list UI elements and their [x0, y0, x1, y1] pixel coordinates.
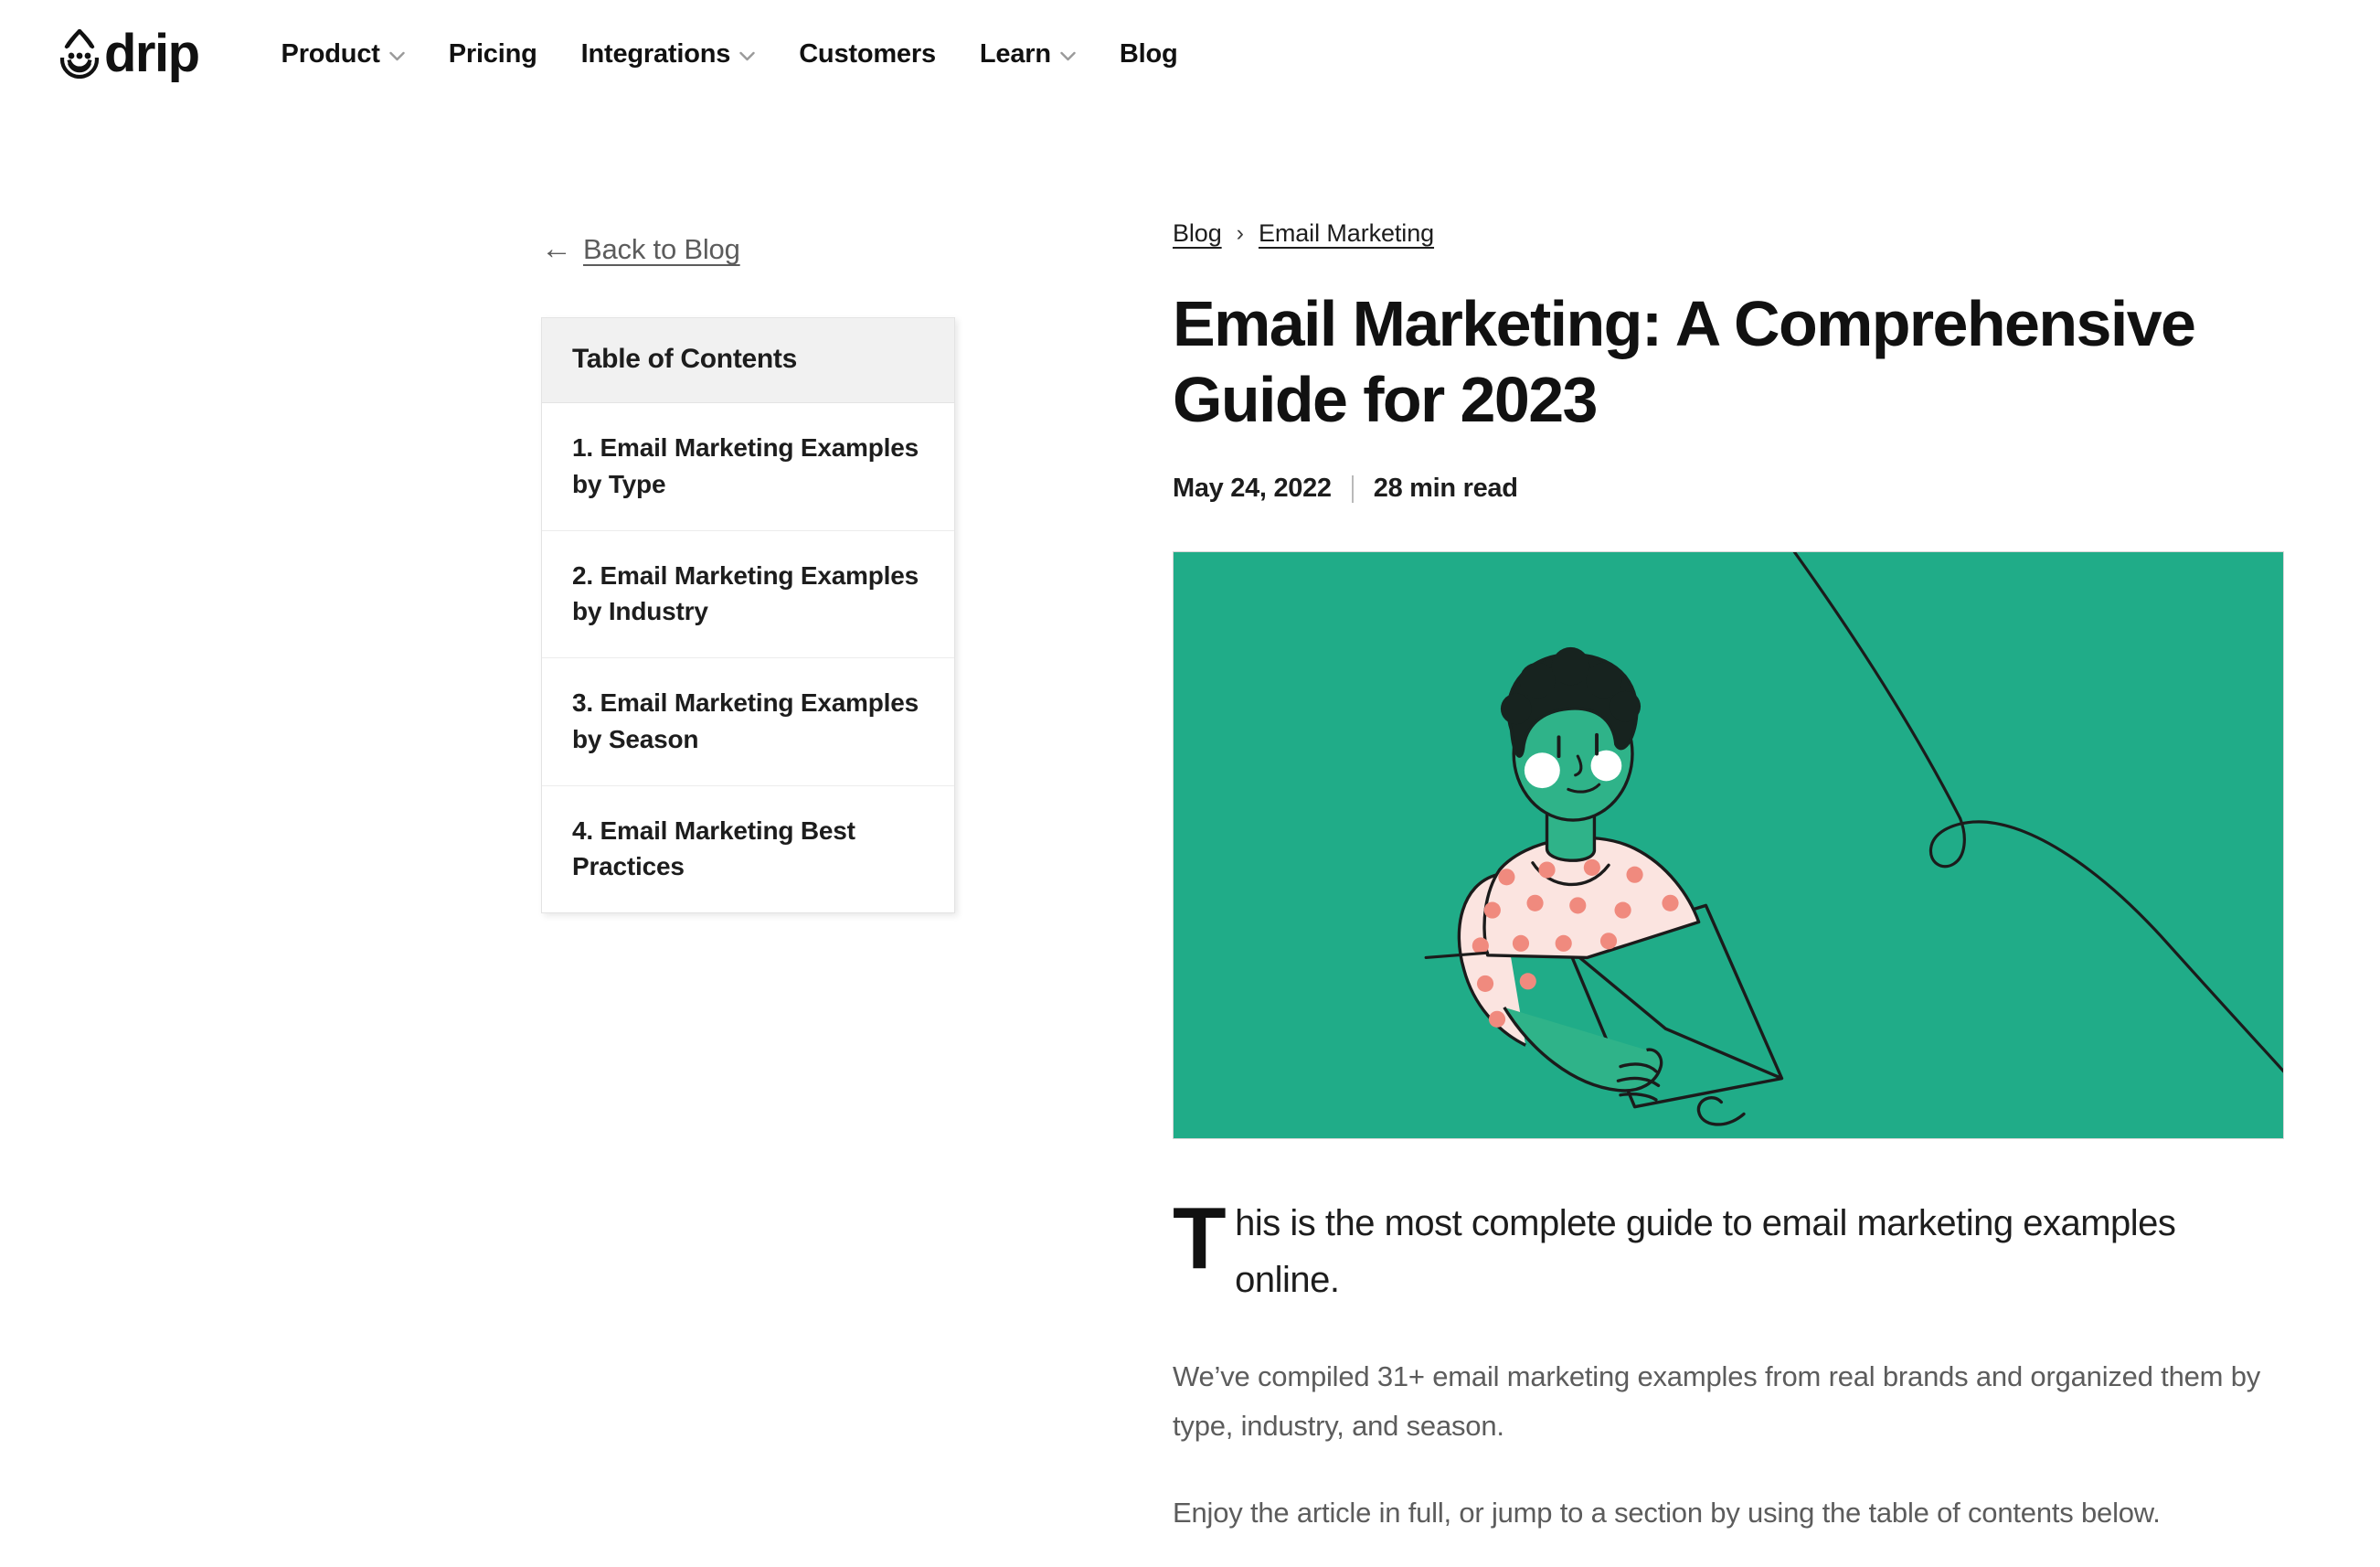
brand-logo[interactable]: drip [57, 24, 200, 83]
toc-item-label: 3. Email Marketing Examples by Season [572, 688, 919, 753]
article-sidebar: ← Back to Blog Table of Contents 1. Emai… [0, 233, 996, 913]
toc-item-label: 2. Email Marketing Examples by Industry [572, 560, 919, 626]
article-paragraph-2: Enjoy the article in full, or jump to a … [1173, 1497, 2161, 1529]
toc-header: Table of Contents [542, 318, 954, 403]
toc-item-2[interactable]: 2. Email Marketing Examples by Industry [542, 531, 954, 658]
nav-item-label: Learn [979, 38, 1051, 69]
chevron-down-icon [389, 49, 405, 60]
drop-cap: T [1173, 1189, 1227, 1288]
breadcrumb: Blog › Email Marketing [1173, 219, 2288, 248]
nav-item-customers[interactable]: Customers [777, 39, 958, 69]
page-title: Email Marketing: A Comprehensive Guide f… [1173, 288, 2196, 435]
article-lede: This is the most complete guide to email… [1173, 1189, 2251, 1308]
arrow-left-icon: ← [541, 230, 572, 266]
nav-item-blog[interactable]: Blog [1098, 39, 1200, 69]
nav-item-label: Blog [1119, 38, 1178, 69]
table-of-contents: Table of Contents 1. Email Marketing Exa… [541, 317, 955, 913]
meta-divider [1351, 474, 1354, 503]
toc-item-label: 4. Email Marketing Best Practices [572, 815, 855, 881]
main-navigation: Product Pricing Integrations Customers L… [260, 39, 1200, 69]
publish-date: May 24, 2022 [1173, 474, 1332, 504]
chevron-down-icon [1060, 49, 1076, 60]
toc-item-label: 1. Email Marketing Examples by Type [572, 433, 919, 498]
article-main: Blog › Email Marketing Email Marketing: … [1173, 219, 2288, 1537]
brand-wordmark: drip [104, 24, 200, 83]
back-to-blog-link[interactable]: ← Back to Blog [541, 233, 740, 266]
chevron-down-icon [739, 49, 755, 60]
nav-item-integrations[interactable]: Integrations [559, 39, 778, 69]
article-lede-text: his is the most complete guide to email … [1235, 1203, 2176, 1300]
nav-item-label: Pricing [448, 38, 537, 69]
nav-item-learn[interactable]: Learn [958, 39, 1098, 69]
toc-item-3[interactable]: 3. Email Marketing Examples by Season [542, 658, 954, 786]
breadcrumb-item-blog[interactable]: Blog [1173, 219, 1222, 248]
nav-item-pricing[interactable]: Pricing [427, 39, 559, 69]
back-to-blog-label: Back to Blog [583, 233, 740, 265]
chevron-right-icon: › [1236, 220, 1244, 246]
nav-item-label: Customers [799, 38, 936, 69]
toc-item-1[interactable]: 1. Email Marketing Examples by Type [542, 403, 954, 531]
hero-image [1173, 551, 2284, 1140]
nav-item-label: Product [281, 38, 380, 69]
article-paragraph-1: We’ve compiled 31+ email marketing examp… [1173, 1360, 2261, 1442]
nav-item-product[interactable]: Product [260, 39, 427, 69]
read-time: 28 min read [1373, 474, 1518, 504]
nav-item-label: Integrations [580, 38, 731, 69]
drip-droplet-face-icon [57, 28, 102, 80]
breadcrumb-item-email-marketing[interactable]: Email Marketing [1259, 219, 1434, 248]
site-header: drip Product Pricing Integrations Custom… [0, 0, 2380, 108]
toc-item-4[interactable]: 4. Email Marketing Best Practices [542, 786, 954, 913]
article-meta: May 24, 2022 28 min read [1173, 474, 2288, 504]
toc-title: Table of Contents [572, 344, 798, 374]
